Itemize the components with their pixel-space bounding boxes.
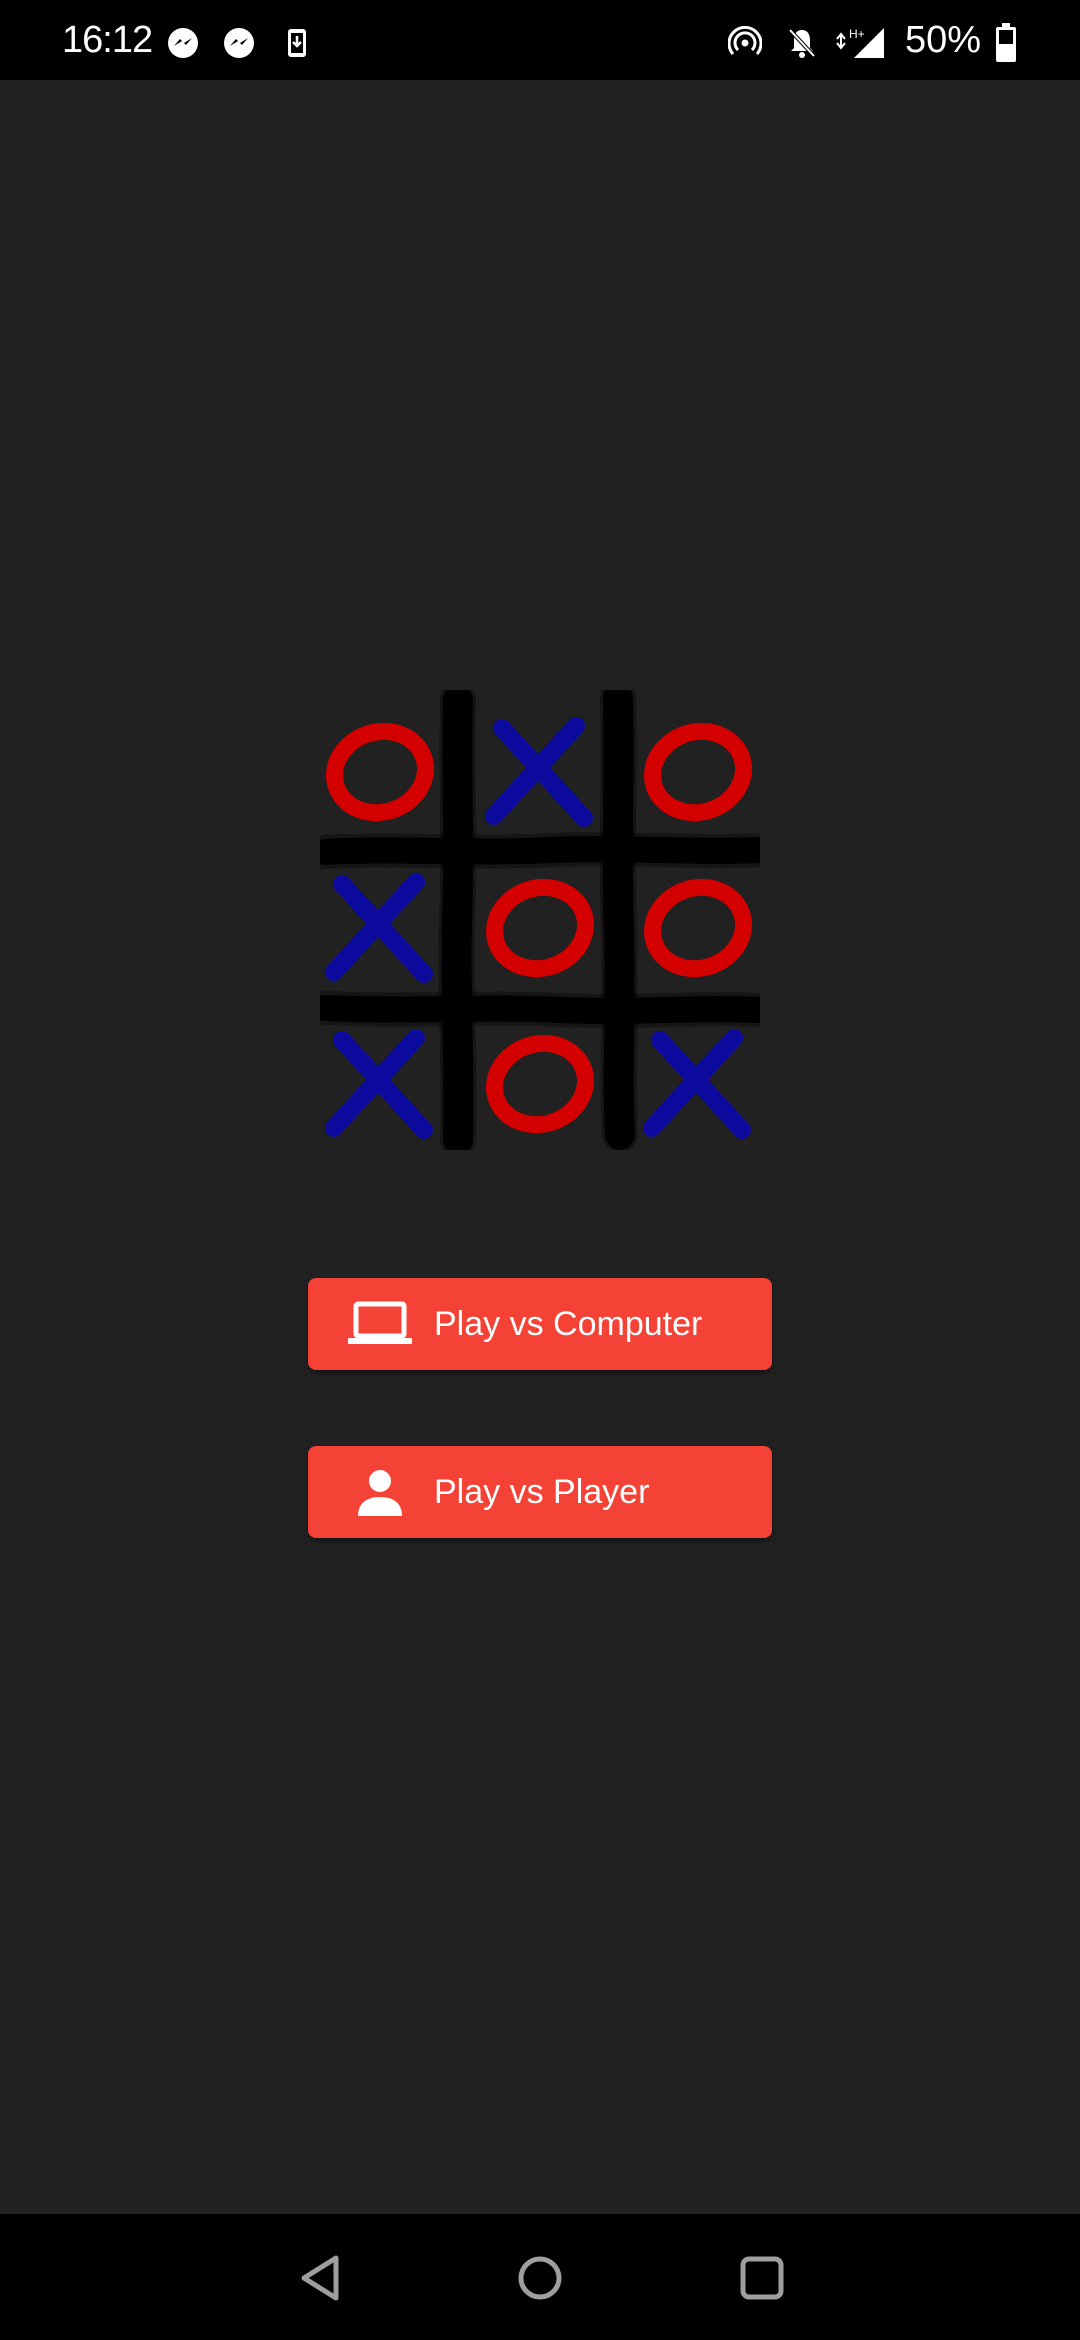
messenger-icon xyxy=(224,28,254,58)
recents-icon[interactable] xyxy=(734,2250,790,2306)
battery-icon xyxy=(996,23,1016,62)
hotspot-icon xyxy=(728,26,762,55)
play-vs-computer-label: Play vs Computer xyxy=(434,1305,703,1343)
o-mark xyxy=(486,878,594,978)
navigation-bar xyxy=(0,2214,1080,2340)
o-mark xyxy=(486,1034,594,1134)
x-mark xyxy=(325,873,433,983)
download-icon xyxy=(288,29,306,57)
o-mark xyxy=(326,722,434,822)
o-mark xyxy=(644,722,752,822)
grid-vertical-line-shadow-1 xyxy=(438,690,477,1150)
play-vs-player-button[interactable]: Play vs Player xyxy=(308,1446,772,1538)
logo-marks xyxy=(325,717,752,1139)
grid-horizontal-line-shadow-2 xyxy=(320,991,760,1028)
home-icon[interactable] xyxy=(512,2250,568,2306)
play-vs-computer-button[interactable]: Play vs Computer xyxy=(308,1278,772,1370)
play-vs-player-label: Play vs Player xyxy=(434,1473,650,1511)
signal-icon: H+ xyxy=(836,27,884,58)
notifications-off-icon xyxy=(788,28,816,58)
status-time: 16:12 xyxy=(62,19,153,61)
o-mark xyxy=(644,878,752,978)
battery-percentage: 50% xyxy=(905,19,982,61)
laptop-icon xyxy=(348,1301,412,1344)
back-icon[interactable] xyxy=(292,2250,348,2306)
tic-tac-toe-logo xyxy=(320,690,760,1150)
person-icon xyxy=(358,1470,402,1516)
grid-horizontal-line-shadow-1 xyxy=(320,832,760,869)
messenger-icon xyxy=(168,28,198,58)
x-mark xyxy=(325,1029,433,1139)
x-mark xyxy=(485,717,593,827)
grid-vertical-line-shadow-2 xyxy=(599,690,638,1150)
x-mark xyxy=(643,1029,751,1139)
svg-text:H+: H+ xyxy=(849,27,865,41)
status-bar: 16:12 H+ 50% xyxy=(0,0,1080,80)
